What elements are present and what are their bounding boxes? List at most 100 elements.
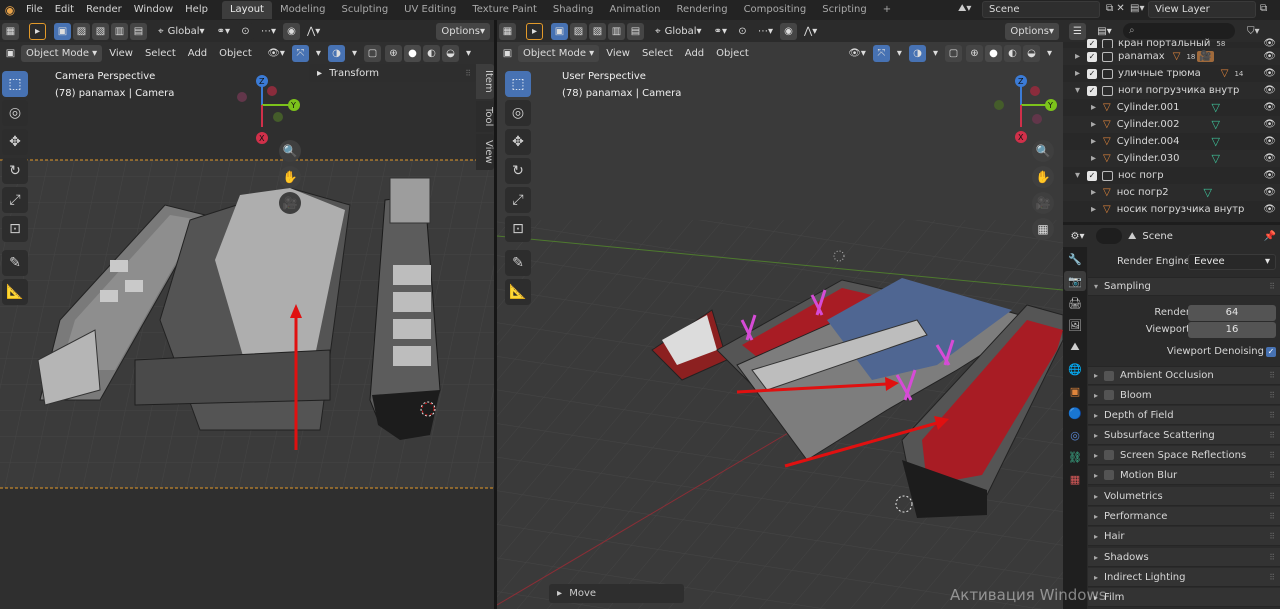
tab-item[interactable]: Item [476,64,494,99]
snap-toggle-icon[interactable]: ⊙ [236,22,254,40]
checkbox-icon[interactable] [1104,470,1114,480]
panel-hair[interactable]: ▸ Hair ⠿ [1088,527,1280,546]
panel-ambient-occlusion[interactable]: ▸ Ambient Occlusion ⠿ [1088,366,1280,385]
gizmo-dropdown[interactable]: ▾ [311,45,326,62]
navigation-gizmo[interactable]: Z Y X [232,75,304,147]
overlay-dropdown[interactable]: ▾ [347,45,362,62]
pivot-dropdown[interactable]: ⚭▾ [212,23,235,40]
tab-uv-editing[interactable]: UV Editing [396,1,464,19]
camera-view-icon[interactable]: 🎥 [279,192,301,214]
checkbox-icon[interactable]: ✓ [1087,170,1097,181]
shading-wireframe-icon[interactable]: ⊕ [965,44,983,62]
object-mode-dropdown[interactable]: Object Mode ▾ [21,44,103,62]
pan-hand-icon[interactable]: ✋ [279,166,301,188]
select-mode-subtract-icon[interactable]: ▧ [589,22,606,40]
zoom-icon[interactable]: 🔍 [279,140,301,162]
orientation-dropdown[interactable]: ⌖ Global ▾ [153,23,210,40]
tab-view[interactable]: View [476,134,494,170]
menu-add[interactable]: Add [680,45,709,62]
gizmo-toggle-icon[interactable]: ⤧ [291,44,309,62]
checkbox-icon[interactable]: ✓ [1087,51,1097,62]
view-layer-icon[interactable]: ▤▾ [1130,3,1144,14]
tab-animation[interactable]: Animation [602,1,669,19]
panel-sampling[interactable]: ▾ Sampling ⠿ [1088,277,1280,296]
transform-panel[interactable]: ▸ Transform ⠿ [309,64,476,82]
view-layer-field[interactable]: View Layer [1148,1,1256,18]
drag-grip-icon[interactable]: ⠿ [1269,512,1275,521]
rotate-tool-icon[interactable]: ↻ [2,158,28,184]
drag-grip-icon[interactable]: ⠿ [1269,573,1275,582]
select-tool-icon[interactable]: ▸ [29,22,46,40]
shading-rendered-icon[interactable]: ◒ [441,44,459,62]
orientation-dropdown[interactable]: ⌖ Global ▾ [650,23,707,40]
tab-sculpting[interactable]: Sculpting [333,1,396,19]
outliner-row[interactable]: ▸ ▽ Cylinder.001 ▽ 👁 [1063,99,1280,116]
falloff-dropdown[interactable]: ⋀▾ [799,23,822,40]
outliner-row[interactable]: ▾ ✓ нос погр 👁 [1063,167,1280,184]
drag-grip-icon[interactable]: ⠿ [1269,371,1275,380]
eye-icon[interactable]: 👁 [1263,85,1276,96]
select-mode-intersect-icon[interactable]: ▤ [130,22,147,40]
options-dropdown[interactable]: Options ▾ [1005,22,1059,40]
visibility-dropdown[interactable]: 👁▾ [843,45,871,62]
editor-type-icon[interactable]: ▦ [499,22,516,40]
render-engine-dropdown[interactable]: Eevee ▾ [1188,253,1276,270]
select-mode-box-icon[interactable]: ▣ [54,22,71,40]
select-mode-extend-icon[interactable]: ▨ [570,22,587,40]
object-mode-dropdown[interactable]: Object Mode ▾ [518,44,600,62]
outliner-row[interactable]: ▸ ▽ носик погрузчика внутр 👁 [1063,201,1280,218]
snap-dropdown[interactable]: ⋯▾ [256,23,281,40]
proportional-edit-icon[interactable]: ◉ [283,22,301,40]
gizmo-dropdown[interactable]: ▾ [892,45,907,62]
gizmo-toggle-icon[interactable]: ⤧ [872,44,890,62]
menu-select[interactable]: Select [637,45,678,62]
panel-bloom[interactable]: ▸ Bloom ⠿ [1088,386,1280,405]
menu-select[interactable]: Select [140,45,181,62]
panel-indirect-lighting[interactable]: ▸ Indirect Lighting ⠿ [1088,568,1280,587]
drag-grip-icon[interactable]: ⠿ [1269,391,1275,400]
menu-add[interactable]: Add [183,45,212,62]
tab-compositing[interactable]: Compositing [736,1,815,19]
eye-icon[interactable]: 👁 [1263,102,1276,113]
panel-performance[interactable]: ▸ Performance ⠿ [1088,507,1280,526]
blender-logo-icon[interactable]: ◉ [0,0,20,20]
annotate-tool-icon[interactable]: ✎ [505,250,531,276]
shading-material-icon[interactable]: ◐ [1003,44,1021,62]
checkbox-icon[interactable] [1104,390,1114,400]
select-box-icon[interactable]: ⬚ [2,71,28,97]
select-mode-subtract-icon[interactable]: ▧ [92,22,109,40]
transform-tool-icon[interactable]: ⊡ [2,216,28,242]
properties-search-input[interactable] [1096,228,1122,244]
menu-object[interactable]: Object [214,45,257,62]
eye-icon[interactable]: 👁 [1263,187,1276,198]
shading-rendered-icon[interactable]: ◒ [1022,44,1040,62]
menu-edit[interactable]: Edit [49,0,80,20]
properties-editor-icon[interactable]: ⚙▾ [1069,228,1086,245]
menu-help[interactable]: Help [179,0,214,20]
tab-layout[interactable]: Layout [221,1,272,19]
proportional-edit-icon[interactable]: ◉ [780,22,798,40]
menu-file[interactable]: File [20,0,49,20]
view-layer-copy-icon[interactable]: ⧉ [1260,3,1267,14]
eye-icon[interactable]: 👁 [1263,153,1276,164]
object-tab-icon[interactable]: ▣ [1064,381,1086,401]
pin-icon[interactable]: 📌 [1264,231,1276,242]
outliner-row[interactable]: ▸ ✓ panamax ▽ 18 🎥 👁 [1063,48,1280,65]
viewport-samples-field[interactable]: 16 [1188,321,1276,338]
move-tool-icon[interactable]: ✥ [505,129,531,155]
xray-toggle-icon[interactable]: ▢ [363,44,381,62]
drag-grip-icon[interactable]: ⠿ [1269,431,1275,440]
pivot-dropdown[interactable]: ⚭▾ [709,23,732,40]
operator-panel-move[interactable]: ▸ Move [549,584,684,603]
scene-copy-icon[interactable]: ⧉ ✕ [1106,3,1125,14]
render-tab-icon[interactable]: 📷 [1064,271,1086,291]
camera-view-icon[interactable]: 🎥 [1032,192,1054,214]
physics-tab-icon[interactable]: ◎ [1064,425,1086,445]
eye-icon[interactable]: 👁 [1263,51,1276,62]
checkbox-icon[interactable] [1104,370,1114,381]
perspective-toggle-icon[interactable]: ▦ [1032,218,1054,240]
shading-wireframe-icon[interactable]: ⊕ [384,44,402,62]
menu-window[interactable]: Window [128,0,179,20]
drag-grip-icon[interactable]: ⠿ [1269,471,1275,480]
cursor-tool-icon[interactable]: ◎ [505,100,531,126]
